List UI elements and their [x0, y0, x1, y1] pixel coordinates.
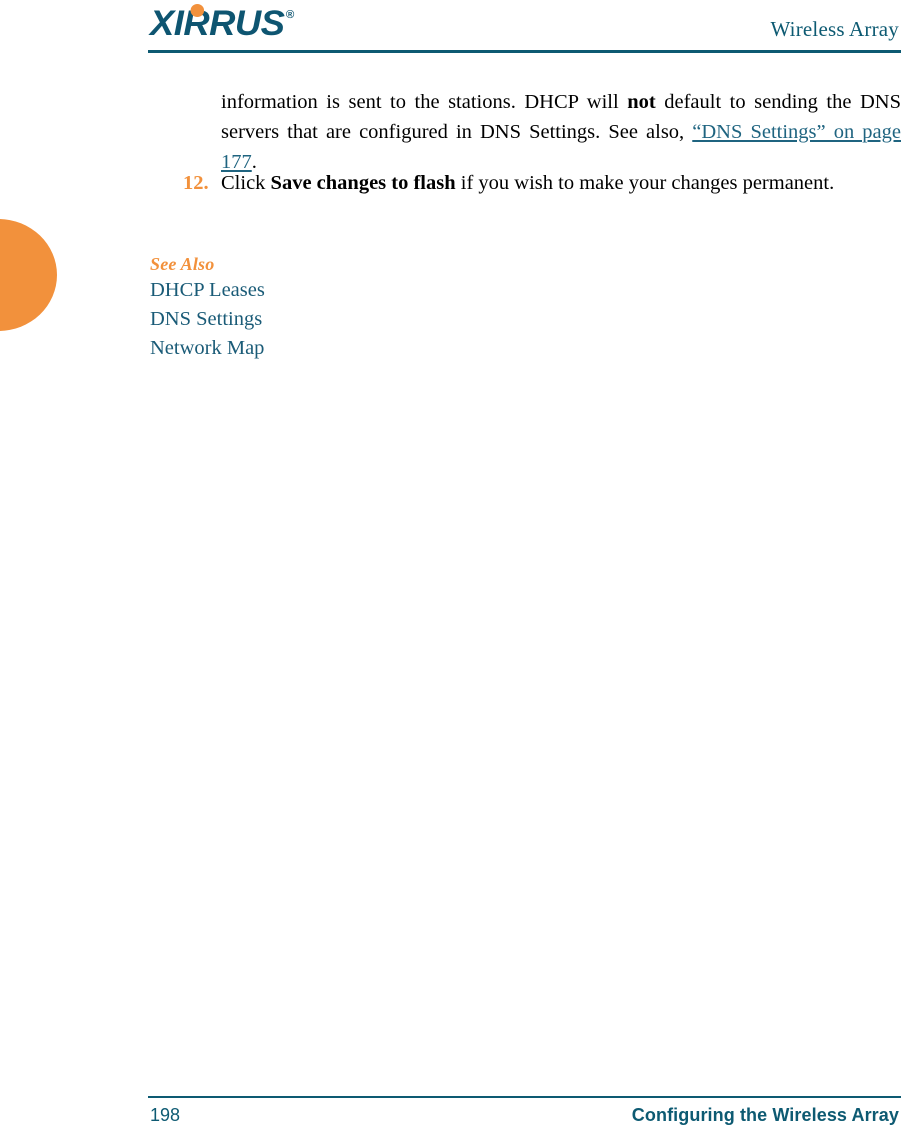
- list-item-text-part-2: if you wish to make your changes permane…: [455, 172, 835, 194]
- list-item-text: Click Save changes to flash if you wish …: [221, 168, 901, 198]
- body-paragraph: information is sent to the stations. DHC…: [221, 87, 901, 177]
- paragraph-emphasis-not: not: [627, 90, 656, 113]
- page-footer: 198 Configuring the Wireless Array: [0, 1089, 901, 1137]
- footer-section-title: Configuring the Wireless Array: [631, 1105, 899, 1125]
- footer-divider: [148, 1096, 901, 1098]
- see-also-section: See Also DHCP Leases DNS Settings Networ…: [150, 252, 265, 363]
- logo-wordmark-text: XIRRUS: [150, 4, 285, 43]
- list-item-number: 12.: [183, 172, 209, 194]
- list-item-emphasis-save-changes-to-flash: Save changes to flash: [270, 172, 456, 194]
- header-title: Wireless Array: [770, 17, 899, 41]
- footer-page-number: 198: [150, 1105, 181, 1125]
- logo-wordmark: XIRRUS ®: [150, 4, 294, 43]
- paragraph-text-part-1: information is sent to the stations. DHC…: [221, 90, 628, 113]
- see-also-link-dhcp-leases[interactable]: DHCP Leases: [150, 276, 265, 305]
- page-header: XIRRUS ® Wireless Array: [0, 0, 901, 54]
- see-also-link-network-map[interactable]: Network Map: [150, 334, 265, 363]
- list-item-text-part-1: Click: [221, 172, 271, 194]
- see-also-link-dns-settings[interactable]: DNS Settings: [150, 305, 265, 334]
- see-also-heading: See Also: [150, 254, 215, 274]
- registered-trademark-icon: ®: [285, 9, 294, 21]
- logo-dot-icon: [190, 4, 205, 17]
- page-edge-tab: [0, 219, 57, 331]
- header-divider: [148, 50, 901, 53]
- xirrus-logo: XIRRUS ®: [150, 4, 294, 41]
- numbered-list-item: 12. Click Save changes to flash if you w…: [183, 168, 901, 198]
